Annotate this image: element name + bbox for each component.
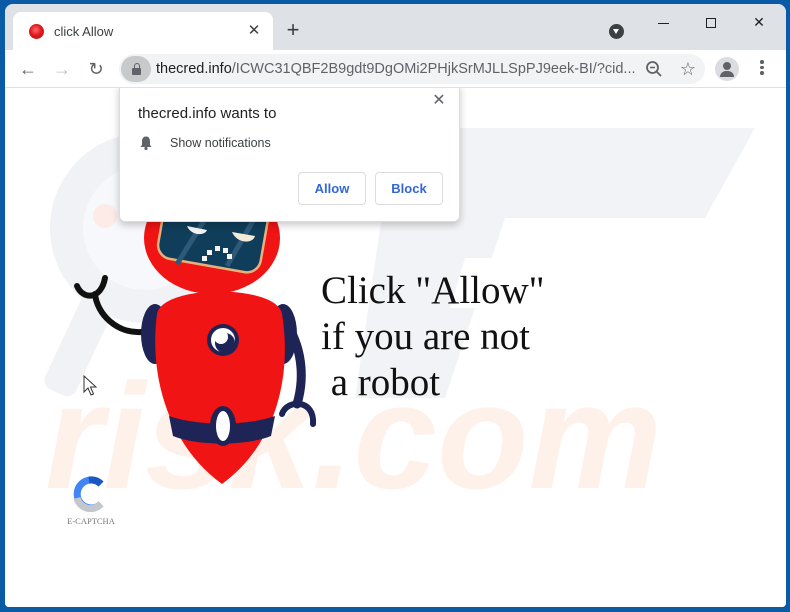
kebab-menu-icon[interactable]	[753, 58, 771, 80]
e-captcha-label: E-CAPTCHA	[67, 516, 115, 526]
block-button[interactable]: Block	[375, 172, 443, 205]
tab-title: click Allow	[54, 23, 114, 39]
permission-row: Show notifications	[138, 135, 271, 151]
url-host: thecred.info	[156, 61, 232, 77]
url-path: /ICWC31QBF2B9gdt9DgOMi2PHjkSrMJLLSpPJ9ee…	[231, 61, 636, 77]
address-bar[interactable]: thecred.info/ICWC31QBF2B9gdt9DgOMi2PHjkS…	[119, 54, 705, 84]
profile-avatar-icon[interactable]	[715, 57, 739, 81]
mouse-cursor-icon	[83, 375, 98, 396]
red-circle-favicon-icon	[29, 23, 44, 39]
tab-close-icon[interactable]: ✕	[245, 22, 263, 40]
back-button[interactable]: ←	[14, 55, 42, 83]
maximize-button[interactable]	[688, 10, 734, 34]
popup-close-button[interactable]: ✕	[429, 91, 449, 111]
minimize-button[interactable]	[640, 10, 686, 34]
notification-permission-popup: thecred.info wants to ✕ Show notificatio…	[119, 88, 460, 222]
new-tab-button[interactable]: +	[281, 19, 305, 43]
reload-button[interactable]: ↻	[82, 55, 110, 83]
popup-title: thecred.info wants to	[138, 105, 277, 122]
maximize-icon	[706, 18, 716, 29]
minimize-icon	[657, 22, 669, 24]
tab-strip: click Allow ✕ + ✕	[5, 4, 786, 50]
menu-dot	[760, 60, 764, 64]
bell-icon	[140, 136, 152, 151]
bookmark-star-icon[interactable]: ☆	[677, 57, 699, 81]
click-allow-headline: Click "Allow" if you are not a robot	[321, 269, 545, 404]
avatar-shoulders	[720, 71, 734, 77]
show-notifications-label: Show notifications	[170, 136, 271, 150]
browser-toolbar: ← → ↻ thecred.info/ICWC31QBF2B9gdt9DgOMi…	[5, 50, 786, 88]
menu-dot	[760, 71, 764, 75]
zoom-out-icon[interactable]	[645, 60, 663, 78]
allow-button[interactable]: Allow	[298, 172, 366, 205]
web-page: risk.com Click "Allow" if you are not a …	[5, 88, 786, 607]
close-window-button[interactable]: ✕	[736, 10, 782, 34]
site-info-button[interactable]	[121, 56, 151, 82]
browser-window: click Allow ✕ + ✕ ← → ↻ thecred.info/ICW…	[5, 4, 786, 607]
forward-button[interactable]: →	[48, 55, 76, 83]
red-robot-illustration	[74, 204, 317, 484]
menu-dot	[760, 65, 764, 69]
url-text[interactable]: thecred.info/ICWC31QBF2B9gdt9DgOMi2PHjkS…	[156, 54, 636, 84]
lock-icon-body	[132, 68, 141, 75]
media-control-icon[interactable]	[609, 24, 624, 39]
tab-click-allow[interactable]: click Allow ✕	[13, 12, 273, 50]
e-captcha-logo-icon	[73, 476, 104, 512]
avatar-head	[723, 62, 731, 70]
